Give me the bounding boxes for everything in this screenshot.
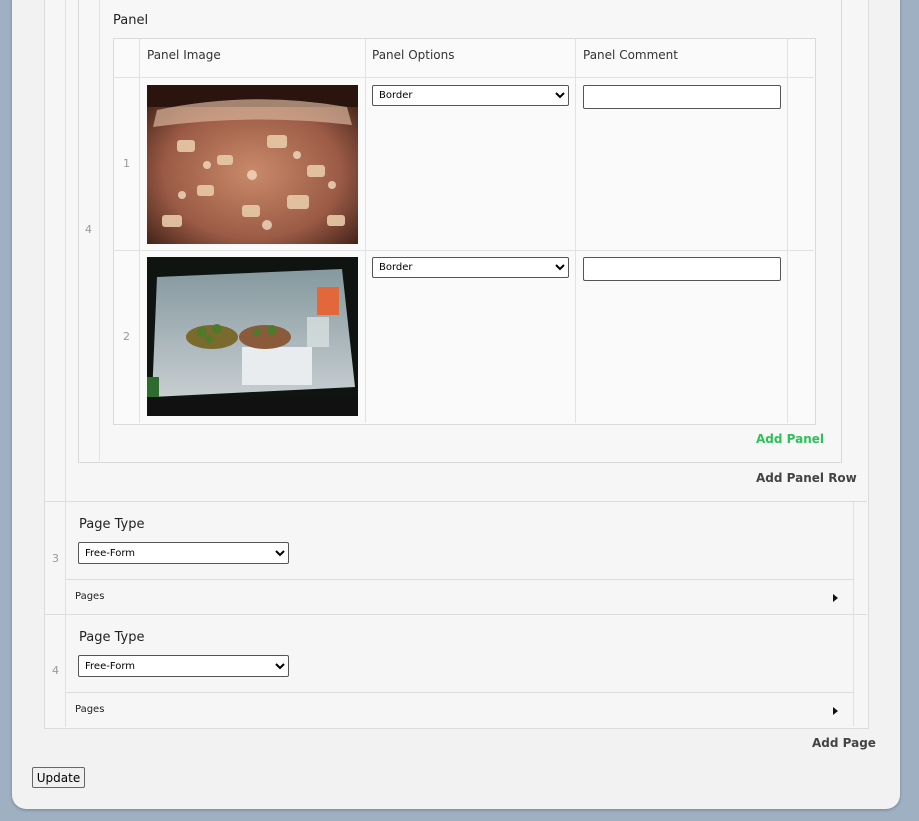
add-page-link[interactable]: Add Page [812, 736, 876, 750]
page-type-label: Page Type [79, 517, 145, 532]
page-type-label: Page Type [79, 630, 145, 645]
panel-options-select-1[interactable]: Border [372, 85, 569, 106]
expand-arrow-icon[interactable] [833, 594, 838, 602]
panel-comment-input-2[interactable] [583, 257, 781, 281]
pages-toggle-label[interactable]: Pages [75, 704, 104, 715]
panel-index: 1 [123, 157, 130, 170]
panel-options-select-2[interactable]: Border [372, 257, 569, 278]
pages-toggle-label[interactable]: Pages [75, 591, 104, 602]
column-header-panel-comment: Panel Comment [583, 48, 678, 62]
update-button[interactable]: Update [32, 767, 85, 788]
column-header-panel-image: Panel Image [147, 48, 221, 62]
panel-image-2[interactable] [147, 257, 358, 416]
panel-row-number: 4 [85, 223, 92, 236]
add-panel-link[interactable]: Add Panel [756, 432, 824, 446]
panel-index: 2 [123, 330, 130, 343]
baked-crumble-photo-icon [147, 85, 358, 244]
page-row-number: 3 [52, 552, 59, 565]
column-header-panel-options: Panel Options [372, 48, 455, 62]
panel-image-1[interactable] [147, 85, 358, 244]
panel-comment-input-1[interactable] [583, 85, 781, 109]
page-row-number: 4 [52, 664, 59, 677]
page-type-select-3[interactable]: Free-Form [78, 542, 289, 564]
add-panel-row-link[interactable]: Add Panel Row [756, 471, 857, 485]
expand-arrow-icon[interactable] [833, 707, 838, 715]
page-type-select-4[interactable]: Free-Form [78, 655, 289, 677]
panel-section-title: Panel [113, 13, 149, 28]
terrarium-plants-photo-icon [147, 257, 358, 416]
